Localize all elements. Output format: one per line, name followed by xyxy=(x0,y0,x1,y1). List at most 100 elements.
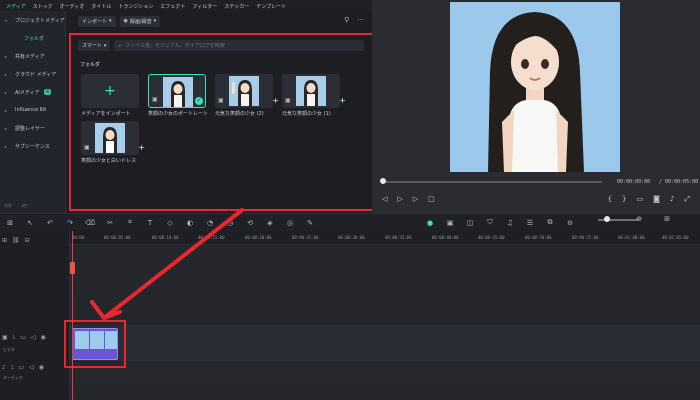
folder-icon[interactable]: ▭ xyxy=(20,334,26,341)
delete-icon[interactable]: ⌫ xyxy=(84,219,96,227)
list-icon[interactable]: ☰ xyxy=(524,219,536,227)
add-icon[interactable]: + xyxy=(339,96,346,105)
mark-in-icon[interactable]: { xyxy=(608,195,612,204)
menu-title[interactable]: タイトル xyxy=(91,4,111,11)
search-input[interactable] xyxy=(125,42,356,49)
sidebar-item-folder[interactable]: フォルダ xyxy=(0,29,65,47)
marker-icon[interactable]: ◫ xyxy=(464,219,476,227)
track-settings-icon[interactable]: ⊟ xyxy=(25,237,30,244)
top-menu-bar: メディア ストック オーディオ タイトル トランジション エフェクト フィルター… xyxy=(0,0,372,11)
filter-icon[interactable]: ⚲ xyxy=(344,16,349,24)
grid-icon[interactable]: ⊞ xyxy=(664,215,670,223)
layout-icon[interactable]: ⊞ xyxy=(4,219,16,227)
audio-track-num: 1 xyxy=(10,365,14,370)
menu-template[interactable]: テンプレート xyxy=(256,4,286,11)
keyframe-icon[interactable]: ◈ xyxy=(264,219,276,227)
fullscreen-icon[interactable]: ⤢ xyxy=(684,195,690,204)
shield-icon[interactable]: ⛉ xyxy=(484,218,496,227)
playhead[interactable] xyxy=(72,231,73,400)
shape-icon[interactable]: ◇ xyxy=(164,219,176,227)
zoom-slider-handle[interactable] xyxy=(604,216,610,222)
media-toolbar: インポート ▾ ◉ 録画/録音 ▾ xyxy=(66,11,372,31)
add-track-icon[interactable]: ⊞ xyxy=(2,237,7,244)
eye-icon[interactable]: ◉ xyxy=(41,334,46,341)
menu-sticker[interactable]: ステッカー xyxy=(224,4,249,11)
menu-stock[interactable]: ストック xyxy=(33,4,53,11)
menu-media[interactable]: メディア xyxy=(6,4,26,11)
menu-audio[interactable]: オーディオ xyxy=(60,4,85,11)
select-tool-icon[interactable]: ↖ xyxy=(24,219,36,227)
import-media-tile[interactable]: + xyxy=(81,74,139,108)
playback-scrubber[interactable] xyxy=(382,181,602,183)
media-tile-white-dress[interactable]: ▣ + xyxy=(81,121,145,155)
snap-icon[interactable]: ⧉ xyxy=(544,218,556,227)
sidebar-item-shared-media[interactable]: ▸ 共有メディア xyxy=(0,47,65,65)
sidebar-item-ai-media[interactable]: ▸ AIメディア AI xyxy=(0,83,65,101)
scrubber-handle[interactable] xyxy=(380,178,386,184)
add-icon[interactable]: + xyxy=(272,96,279,105)
record-voice-icon[interactable]: ▣ xyxy=(444,219,456,227)
display-icon[interactable]: ▭ xyxy=(637,195,644,204)
zoom-out-icon[interactable]: ⊖ xyxy=(564,219,576,227)
stop-icon[interactable]: □ xyxy=(428,195,435,203)
ai-tool-icon[interactable]: ✎ xyxy=(304,219,316,227)
mic-icon[interactable]: ♫ xyxy=(504,219,516,227)
timeline-ruler[interactable]: 00:00 00:00:05:00 00:00:10:00 00:00:15:0… xyxy=(70,231,700,245)
new-folder-icon[interactable]: ▭ xyxy=(5,201,12,209)
prev-frame-icon[interactable]: ◁ xyxy=(382,195,387,203)
sidebar-item-cloud-media[interactable]: ▸ クラウド メディア xyxy=(0,65,65,83)
undo-icon[interactable]: ↶ xyxy=(44,219,56,227)
crop-icon[interactable]: ⌗ xyxy=(124,218,136,227)
redo-icon[interactable]: ↷ xyxy=(64,219,76,227)
sidebar-item-influence-kit[interactable]: ▸ Influence Kit xyxy=(0,101,65,119)
sidebar-item-adjust-layer[interactable]: ▸ 調整レイヤー xyxy=(0,119,65,137)
speed-icon[interactable]: ◔ xyxy=(204,219,216,227)
speaker-icon[interactable]: ◁ xyxy=(31,334,36,341)
ai-badge: AI xyxy=(43,89,52,95)
link-icon[interactable]: ⛓ xyxy=(12,237,20,244)
tile-label-genki-1: 元気な笑顔の少女 (1) xyxy=(282,111,331,117)
color-icon[interactable]: ◐ xyxy=(184,219,196,227)
menu-effect[interactable]: エフェクト xyxy=(160,4,185,11)
add-icon[interactable]: + xyxy=(138,143,145,152)
text-icon[interactable]: T xyxy=(144,219,156,227)
snapshot-icon[interactable]: ◙ xyxy=(653,195,660,204)
mark-out-icon[interactable]: } xyxy=(622,195,626,204)
zoom-in-icon[interactable]: ⊕ xyxy=(636,215,642,223)
import-button[interactable]: インポート ▾ xyxy=(78,15,116,27)
menu-filter[interactable]: フィルター xyxy=(192,4,217,11)
audio-track-lane[interactable] xyxy=(70,363,700,389)
mask-icon[interactable]: ◎ xyxy=(284,219,296,227)
play-icon[interactable]: ▷ xyxy=(397,195,402,203)
tile-label-portrait: 笑顔の少女のポートレート xyxy=(148,111,209,117)
menu-transition[interactable]: トランジション xyxy=(118,4,153,11)
transform-icon[interactable]: ⟲ xyxy=(244,219,256,227)
smart-filter-button[interactable]: スマート ▾ xyxy=(78,40,111,51)
speaker-icon[interactable]: ◁ xyxy=(29,364,34,371)
sidebar-item-project-media[interactable]: ▾ プロジェクトメディア xyxy=(0,11,65,29)
empty-track-area xyxy=(70,245,700,297)
media-tile-genki-1[interactable]: ▣ + xyxy=(282,74,346,108)
sidebar-item-label: サブシーケンス xyxy=(15,143,50,150)
playhead-handle[interactable] xyxy=(70,262,75,274)
more-icon[interactable]: ··· xyxy=(357,16,364,24)
eye-icon[interactable]: ◉ xyxy=(39,364,44,371)
preview-canvas[interactable] xyxy=(450,2,620,172)
sidebar-item-sub-sequence[interactable]: ▸ サブシーケンス xyxy=(0,137,65,155)
image-icon: ▣ xyxy=(218,97,224,104)
girl-thumbnail xyxy=(229,76,259,106)
video-track-lane[interactable] xyxy=(70,325,700,361)
next-frame-icon[interactable]: ▷ xyxy=(413,195,418,203)
media-tile-genki-2[interactable]: ▣ + xyxy=(215,74,279,108)
plus-icon: + xyxy=(104,83,116,99)
timeline-tracks[interactable] xyxy=(70,245,700,400)
girl-illustration xyxy=(450,2,620,172)
render-icon[interactable]: ● xyxy=(424,219,436,227)
folder-icon[interactable]: ▭ xyxy=(18,364,24,371)
folder-icon[interactable]: ▱ xyxy=(22,201,27,209)
split-icon[interactable]: ✂ xyxy=(104,219,116,227)
record-button[interactable]: ◉ 録画/録音 ▾ xyxy=(119,15,161,27)
audio-icon[interactable]: ♪ xyxy=(670,195,674,204)
media-tile-portrait[interactable]: ▣ ✓ xyxy=(148,74,206,108)
timer-icon[interactable]: ◷ xyxy=(224,219,236,227)
